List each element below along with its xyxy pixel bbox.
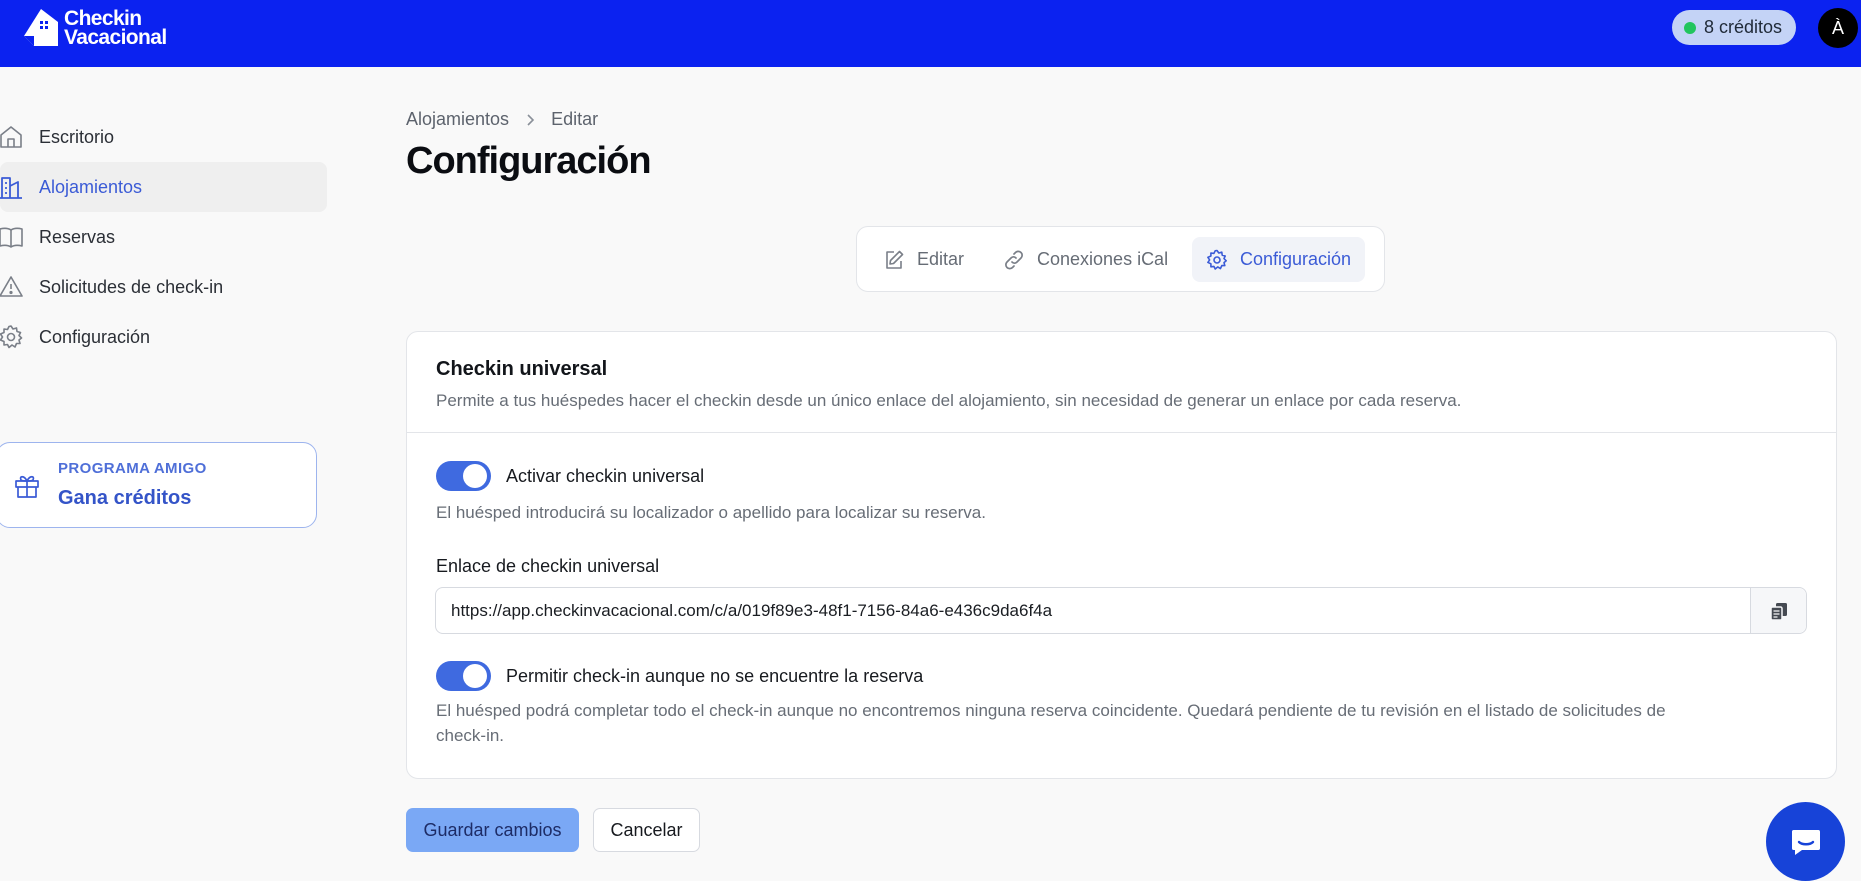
- sidebar-item-label: Alojamientos: [39, 176, 143, 197]
- book-icon: [0, 224, 24, 250]
- tab-configuracion[interactable]: Configuración: [1192, 237, 1366, 282]
- copy-icon: [1769, 602, 1787, 621]
- sidebar-item-escritorio[interactable]: Escritorio: [0, 112, 327, 162]
- toggle-label: Permitir check-in aunque no se encuentre…: [506, 666, 924, 686]
- sidebar-item-label: Escritorio: [39, 126, 115, 147]
- sidebar-item-label: Reservas: [39, 226, 116, 247]
- toggle-knob: [463, 464, 487, 488]
- referral-promo-card[interactable]: PROGRAMA AMIGO Gana créditos: [0, 442, 317, 528]
- house-logo-icon: [24, 9, 58, 46]
- universal-checkin-card: Checkin universal Permite a tus huéspede…: [406, 331, 1837, 779]
- tab-label: Configuración: [1240, 249, 1352, 269]
- divider: [407, 432, 1836, 433]
- card-description: Permite a tus huéspedes hacer el checkin…: [436, 391, 1462, 410]
- sidebar-item-alojamientos[interactable]: Alojamientos: [0, 162, 327, 212]
- sidebar-item-label: Solicitudes de check-in: [39, 276, 224, 297]
- avatar-initial: À: [1831, 17, 1844, 38]
- breadcrumb: Alojamientos Editar: [406, 109, 598, 130]
- toggle-help: El huésped introducirá su localizador o …: [436, 503, 986, 522]
- link-icon: [1005, 250, 1023, 269]
- toggle-help-line1: El huésped podrá completar todo el check…: [436, 701, 1666, 720]
- sidebar-item-configuracion[interactable]: Configuración: [0, 312, 327, 362]
- allow-checkin-without-booking-toggle[interactable]: [436, 661, 491, 691]
- avatar[interactable]: À: [1818, 8, 1858, 48]
- logo-text: Checkin Vacacional: [64, 8, 167, 49]
- warning-icon: [0, 274, 24, 300]
- activate-universal-checkin-toggle[interactable]: [436, 461, 491, 491]
- page-title: Configuración: [406, 140, 652, 182]
- tab-conexiones-ical[interactable]: Conexiones iCal: [989, 237, 1182, 282]
- save-button[interactable]: Guardar cambios: [406, 808, 579, 852]
- promo-title: Gana créditos: [58, 487, 192, 509]
- top-bar: Checkin Vacacional 8 créditos À: [0, 0, 1861, 67]
- status-dot-icon: [1684, 21, 1696, 34]
- sidebar-item-label: Configuración: [39, 326, 151, 347]
- tab-label: Editar: [917, 249, 965, 269]
- gift-icon: [15, 475, 39, 498]
- pencil-icon: [886, 250, 904, 269]
- copy-link-button[interactable]: [1750, 588, 1806, 633]
- home-icon: [0, 124, 24, 150]
- breadcrumb-item-alojamientos[interactable]: Alojamientos: [406, 109, 509, 130]
- promo-eyebrow: PROGRAMA AMIGO: [58, 460, 207, 477]
- buildings-icon: [0, 174, 24, 200]
- credits-badge[interactable]: 8 créditos: [1672, 10, 1797, 45]
- chevron-right-icon: [527, 113, 535, 126]
- toggle-label: Activar checkin universal: [506, 466, 705, 486]
- chat-icon: [1791, 829, 1820, 855]
- sidebar-item-solicitudes[interactable]: Solicitudes de check-in: [0, 262, 327, 312]
- cancel-button[interactable]: Cancelar: [593, 808, 700, 852]
- tab-bar: Editar Conexiones iCal Configuración: [856, 226, 1385, 292]
- gear-icon: [0, 324, 24, 350]
- logo-line2: Vacacional: [64, 26, 167, 49]
- chat-button[interactable]: [1766, 802, 1845, 881]
- link-field-label: Enlace de checkin universal: [436, 556, 660, 576]
- credits-text: 8 créditos: [1704, 17, 1783, 37]
- universal-link-input[interactable]: [436, 588, 1746, 633]
- tab-editar[interactable]: Editar: [869, 237, 978, 282]
- toggle-help-line2: check-in.: [436, 726, 505, 745]
- universal-link-field: [435, 587, 1807, 634]
- breadcrumb-item-editar[interactable]: Editar: [551, 109, 598, 130]
- app-logo[interactable]: Checkin Vacacional: [20, 6, 167, 50]
- toggle-knob: [463, 664, 487, 688]
- gear-icon: [1207, 249, 1227, 270]
- sidebar-item-reservas[interactable]: Reservas: [0, 212, 327, 262]
- card-title: Checkin universal: [436, 358, 608, 380]
- tab-label: Conexiones iCal: [1037, 249, 1169, 269]
